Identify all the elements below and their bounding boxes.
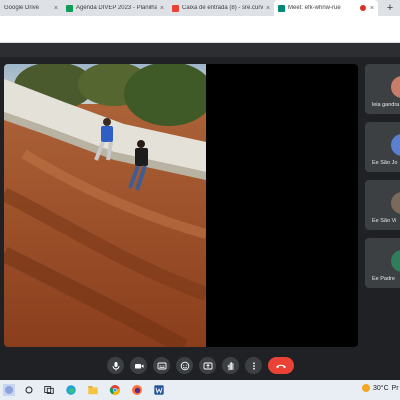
- participant-name: Ee São Jo: [372, 160, 398, 166]
- close-tab-icon[interactable]: ×: [266, 5, 270, 12]
- participant-tile[interactable]: Ee São Vi: [365, 180, 400, 230]
- meet-favicon-icon: [278, 4, 285, 12]
- raise-hand-button[interactable]: [222, 357, 239, 374]
- present-button[interactable]: [199, 357, 216, 374]
- close-tab-icon[interactable]: ×: [54, 5, 58, 12]
- video-feed-image: [4, 64, 206, 347]
- tab-title: Agenda DIVEP 2023 - Planilhas G: [76, 5, 157, 11]
- tab-title: Caixa de entrada (8) - sre.curvelo: [182, 5, 263, 11]
- participant-tile[interactable]: Ee São Jo: [365, 122, 400, 172]
- gmail-favicon-icon: [172, 4, 179, 12]
- windows-taskbar: [0, 380, 400, 400]
- tab-google-drive[interactable]: Google Drive ×: [0, 0, 62, 16]
- avatar: [391, 192, 400, 214]
- word-icon[interactable]: [152, 383, 166, 397]
- tab-agenda-divep[interactable]: Agenda DIVEP 2023 - Planilhas G ×: [62, 0, 168, 16]
- file-explorer-icon[interactable]: [86, 383, 100, 397]
- tab-title: Meet: efk-whnw-rue: [288, 5, 341, 11]
- avatar: [391, 250, 400, 272]
- more-options-icon: [252, 361, 255, 370]
- task-view-icon[interactable]: [42, 383, 56, 397]
- edge-icon[interactable]: [64, 383, 78, 397]
- participant-name: Ee São Vi: [372, 218, 397, 224]
- tab-gmail[interactable]: Caixa de entrada (8) - sre.curvelo ×: [168, 0, 274, 16]
- temperature-label: 30°C: [373, 384, 389, 392]
- participant-name: Ee Padre: [372, 276, 395, 282]
- meet-top-strip: [0, 43, 400, 57]
- participant-tile[interactable]: Ee Padre: [365, 238, 400, 288]
- avatar: [391, 76, 400, 98]
- sheets-favicon-icon: [66, 4, 73, 12]
- tab-title: Google Drive: [4, 5, 40, 11]
- browser-tab-strip: Google Drive × Agenda DIVEP 2023 - Plani…: [0, 0, 400, 16]
- captions-icon: [157, 362, 166, 369]
- firefox-icon[interactable]: [130, 383, 144, 397]
- main-video-tile[interactable]: [4, 64, 358, 347]
- camera-button[interactable]: [130, 357, 147, 374]
- weather-widget[interactable]: 30°C Pr: [362, 384, 399, 392]
- captions-button[interactable]: [153, 357, 170, 374]
- emoji-icon: [180, 361, 189, 370]
- browser-toolbar: [0, 16, 400, 36]
- weather-condition-label: Pr: [391, 384, 399, 392]
- mic-button[interactable]: [107, 357, 124, 374]
- recording-indicator-icon: [360, 5, 366, 11]
- emoji-button[interactable]: [176, 357, 193, 374]
- start-menu-icon[interactable]: [2, 383, 16, 397]
- new-tab-button[interactable]: +: [384, 2, 396, 14]
- more-options-button[interactable]: [245, 357, 262, 374]
- avatar: [391, 134, 400, 156]
- close-tab-icon[interactable]: ×: [370, 5, 374, 12]
- close-tab-icon[interactable]: ×: [160, 5, 164, 12]
- mic-icon: [112, 361, 119, 370]
- end-call-icon: [276, 364, 286, 368]
- end-call-button[interactable]: [268, 357, 294, 374]
- sun-icon: [362, 384, 370, 392]
- search-icon[interactable]: [22, 383, 36, 397]
- chrome-icon[interactable]: [108, 383, 122, 397]
- present-icon: [203, 362, 212, 369]
- camera-icon: [134, 363, 143, 368]
- participant-name: leia gandra: [372, 102, 400, 108]
- bookmarks-bar: [0, 36, 400, 43]
- participant-tile[interactable]: leia gandra: [365, 64, 400, 114]
- raise-hand-icon: [227, 361, 233, 370]
